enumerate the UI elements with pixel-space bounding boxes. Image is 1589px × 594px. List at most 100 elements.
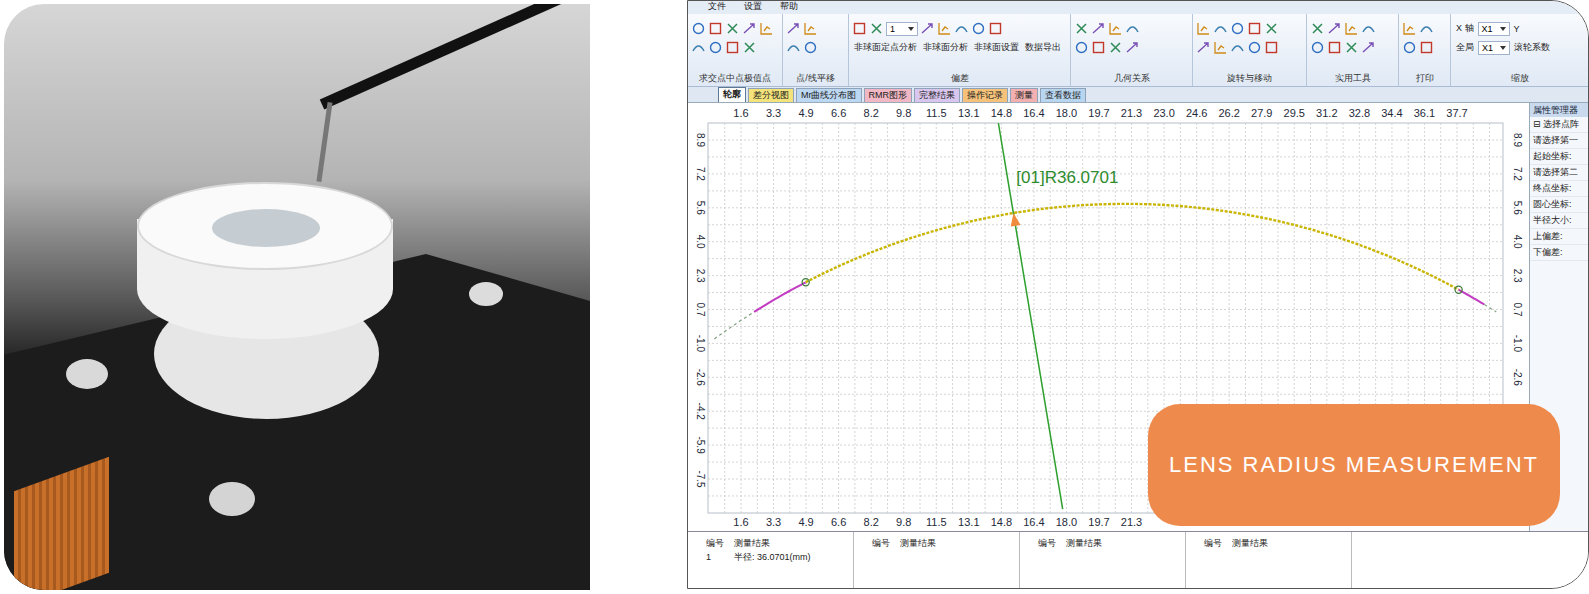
axis-tick-label: 21.3 xyxy=(1121,107,1142,119)
tool-icon[interactable] xyxy=(786,40,801,55)
tool-icon[interactable] xyxy=(1196,21,1211,36)
tool-icon[interactable] xyxy=(1247,21,1262,36)
menu-item[interactable]: 文件 xyxy=(708,1,726,14)
tool-icon[interactable] xyxy=(1108,40,1123,55)
axis-tick-label: 13.1 xyxy=(958,516,979,528)
tool-icon[interactable] xyxy=(920,21,935,36)
ribbon-combo[interactable]: X1 xyxy=(1478,41,1510,55)
column-header: 编号 xyxy=(688,536,728,550)
tool-icon[interactable] xyxy=(1230,21,1245,36)
tool-icon[interactable] xyxy=(1264,21,1279,36)
tool-icon[interactable] xyxy=(1074,21,1089,36)
tool-icon[interactable] xyxy=(1344,40,1359,55)
ribbon-button[interactable]: 滚轮系数 xyxy=(1512,41,1552,54)
view-tab[interactable]: 差分视图 xyxy=(748,88,794,102)
grid-line xyxy=(773,123,774,513)
ribbon-button[interactable]: 非球面定点分析 xyxy=(852,41,919,54)
menu-item[interactable]: 帮助 xyxy=(780,1,798,14)
tool-icon[interactable] xyxy=(708,40,723,55)
caption-badge: LENS RADIUS MEASUREMENT xyxy=(1148,404,1560,526)
ribbon-row: X 轴X1Y xyxy=(1454,19,1585,38)
view-tab[interactable]: Mr曲线分布图 xyxy=(796,88,862,102)
tool-icon[interactable] xyxy=(708,21,723,36)
tool-icon[interactable] xyxy=(691,40,706,55)
ribbon-group: 打印 xyxy=(1399,14,1451,86)
ribbon-button[interactable]: X 轴 xyxy=(1454,22,1476,35)
tool-icon[interactable] xyxy=(988,21,1003,36)
tool-icon[interactable] xyxy=(725,21,740,36)
tool-icon[interactable] xyxy=(1074,40,1089,55)
view-tab[interactable]: 测量 xyxy=(1010,88,1038,102)
tool-icon[interactable] xyxy=(852,21,867,36)
ribbon-row xyxy=(786,38,845,57)
ribbon-combo[interactable]: X1 xyxy=(1478,22,1510,36)
axis-tick-label: 19.7 xyxy=(1088,516,1109,528)
tool-icon[interactable] xyxy=(742,21,757,36)
ribbon-button[interactable]: 非球面分析 xyxy=(921,41,970,54)
axis-tick-label: 4.9 xyxy=(798,107,813,119)
tool-icon[interactable] xyxy=(725,40,740,55)
tool-icon[interactable] xyxy=(1196,40,1211,55)
tool-icon[interactable] xyxy=(803,40,818,55)
column-header: 编号 xyxy=(854,536,894,550)
tool-icon[interactable] xyxy=(1213,21,1228,36)
tool-icon[interactable] xyxy=(1125,40,1140,55)
ribbon-combo[interactable]: 1 xyxy=(886,22,918,36)
property-row: 半径大小: xyxy=(1530,213,1588,229)
tool-icon[interactable] xyxy=(786,21,801,36)
axis-tick-label: 14.8 xyxy=(991,516,1012,528)
tool-icon[interactable] xyxy=(1402,40,1417,55)
tool-icon[interactable] xyxy=(1310,21,1325,36)
tool-icon[interactable] xyxy=(1108,21,1123,36)
tool-icon[interactable] xyxy=(1264,40,1279,55)
tool-icon[interactable] xyxy=(1419,40,1434,55)
tool-icon[interactable] xyxy=(1361,40,1376,55)
axis-tick-label: 0.7 xyxy=(1512,303,1523,317)
cross-icon-shape xyxy=(728,24,737,33)
grid-line xyxy=(708,309,1503,310)
view-tab[interactable]: 完整结果 xyxy=(914,88,960,102)
tool-icon[interactable] xyxy=(1327,21,1342,36)
axis-tick-label: 2.3 xyxy=(1512,269,1523,283)
tool-icon[interactable] xyxy=(1091,40,1106,55)
menu-item[interactable]: 设置 xyxy=(744,1,762,14)
view-tab[interactable]: 轮廓 xyxy=(718,87,746,102)
results-row[interactable]: 1半径: 36.0701(mm) xyxy=(688,550,853,564)
grid-line xyxy=(822,123,823,513)
tool-icon[interactable] xyxy=(1230,40,1245,55)
tool-icon[interactable] xyxy=(1327,40,1342,55)
axis-tick-label: 13.1 xyxy=(958,107,979,119)
tool-icon[interactable] xyxy=(971,21,986,36)
tool-icon[interactable] xyxy=(1361,21,1376,36)
ribbon-button[interactable]: 数据导出 xyxy=(1023,41,1063,54)
tool-icon[interactable] xyxy=(869,21,884,36)
tool-icon[interactable] xyxy=(954,21,969,36)
tool-icon[interactable] xyxy=(1091,21,1106,36)
tool-icon[interactable] xyxy=(1247,40,1262,55)
property-section[interactable]: ⊟ 选择点阵 xyxy=(1530,117,1588,133)
ribbon-button[interactable]: 全局 xyxy=(1454,41,1476,54)
ribbon-button[interactable]: 非球面设置 xyxy=(972,41,1021,54)
view-tab[interactable]: RMR图形 xyxy=(864,88,913,102)
tool-icon[interactable] xyxy=(742,40,757,55)
tool-icon[interactable] xyxy=(1125,21,1140,36)
tool-icon[interactable] xyxy=(1419,21,1434,36)
tool-icon[interactable] xyxy=(803,21,818,36)
tool-icon[interactable] xyxy=(1213,40,1228,55)
ribbon-button[interactable]: Y xyxy=(1512,24,1522,34)
axis-icon-shape xyxy=(1346,23,1357,34)
ribbon-row xyxy=(1310,38,1395,57)
view-tab[interactable]: 查看数据 xyxy=(1040,88,1086,102)
view-tab[interactable]: 操作记录 xyxy=(962,88,1008,102)
tab-label: 查看数据 xyxy=(1045,90,1081,100)
tool-icon[interactable] xyxy=(937,21,952,36)
collapse-icon[interactable]: ⊟ xyxy=(1533,119,1541,129)
tool-icon[interactable] xyxy=(1402,21,1417,36)
property-row: 请选择第二 xyxy=(1530,165,1588,181)
arrow-icon-shape xyxy=(1363,43,1373,52)
tool-icon[interactable] xyxy=(691,21,706,36)
grid-line xyxy=(708,292,1503,293)
tool-icon[interactable] xyxy=(1310,40,1325,55)
tool-icon[interactable] xyxy=(759,21,774,36)
tool-icon[interactable] xyxy=(1344,21,1359,36)
